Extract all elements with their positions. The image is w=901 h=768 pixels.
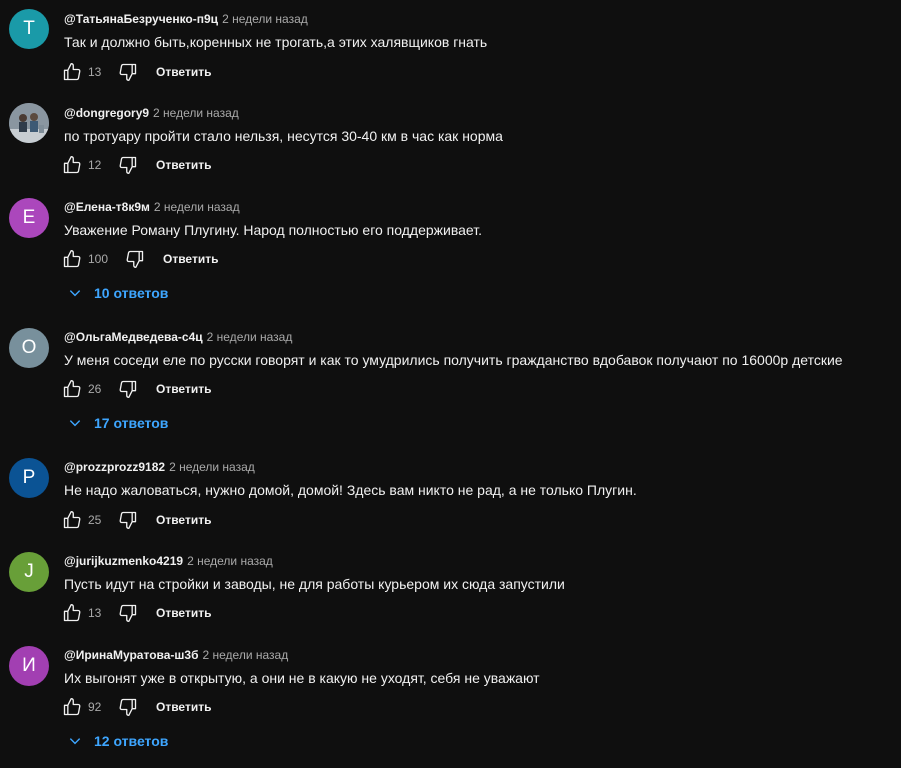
thumb-down-icon[interactable] (116, 60, 140, 84)
comment-text: У меня соседи еле по русски говорят и ка… (64, 352, 843, 368)
like-count: 25 (88, 513, 102, 527)
comment-actions: 13 Ответить (60, 601, 211, 625)
thumb-down-icon[interactable] (123, 247, 147, 271)
comment-time[interactable]: 2 недели назад (153, 106, 239, 120)
avatar[interactable]: Е (9, 198, 49, 238)
replies-count: 17 ответов (94, 415, 169, 431)
comment-time[interactable]: 2 недели назад (169, 460, 255, 474)
reply-button[interactable]: Ответить (156, 158, 211, 172)
comment-time[interactable]: 2 недели назад (203, 648, 289, 662)
thumb-up-icon[interactable] (60, 153, 84, 177)
comment-actions: 13 Ответить (60, 60, 211, 84)
replies-toggle[interactable]: 10 ответов (66, 281, 168, 305)
comment-time[interactable]: 2 недели назад (207, 330, 293, 344)
avatar[interactable]: И (9, 646, 49, 686)
like-count: 13 (88, 606, 102, 620)
replies-toggle[interactable]: 12 ответов (66, 729, 168, 753)
avatar[interactable]: Т (9, 9, 49, 49)
reply-button[interactable]: Ответить (156, 513, 211, 527)
comment-author[interactable]: @prozzprozz9182 (64, 460, 165, 474)
thumb-up-icon[interactable] (60, 60, 84, 84)
avatar[interactable]: J (9, 552, 49, 592)
comment-text: по тротуару пройти стало нельзя, несутся… (64, 128, 503, 144)
comment-text: Уважение Роману Плугину. Народ полностью… (64, 222, 482, 238)
like-count: 13 (88, 65, 102, 79)
comment-text: Так и должно быть,коренных не трогать,а … (64, 34, 488, 50)
reply-button[interactable]: Ответить (156, 606, 211, 620)
reply-button[interactable]: Ответить (156, 382, 211, 396)
replies-count: 12 ответов (94, 733, 169, 749)
chevron-down-icon (66, 732, 84, 750)
thumb-up-icon[interactable] (60, 377, 84, 401)
comment-time[interactable]: 2 недели назад (154, 200, 240, 214)
chevron-down-icon (66, 284, 84, 302)
thumb-up-icon[interactable] (60, 508, 84, 532)
thumb-down-icon[interactable] (116, 508, 140, 532)
replies-toggle[interactable]: 17 ответов (66, 411, 168, 435)
like-count: 100 (88, 252, 109, 266)
comment-actions: 12 Ответить (60, 153, 211, 177)
comment-author[interactable]: @Елена-т8к9м (64, 200, 150, 214)
like-count: 92 (88, 700, 102, 714)
chevron-down-icon (66, 414, 84, 432)
reply-button[interactable]: Ответить (163, 252, 218, 266)
thumb-up-icon[interactable] (60, 247, 84, 271)
thumb-down-icon[interactable] (116, 601, 140, 625)
like-count: 26 (88, 382, 102, 396)
comment-author[interactable]: @jurijkuzmenko4219 (64, 554, 183, 568)
thumb-down-icon[interactable] (116, 377, 140, 401)
comment-text: Их выгонят уже в открытую, а они не в ка… (64, 670, 540, 686)
comment-text: Пусть идут на стройки и заводы, не для р… (64, 576, 565, 592)
avatar[interactable] (9, 103, 49, 143)
comment-actions: 92 Ответить (60, 695, 211, 719)
comment-author[interactable]: @ОльгаМедведева-с4ц (64, 330, 203, 344)
comment-author[interactable]: @dongregory9 (64, 106, 149, 120)
comment-actions: 26 Ответить (60, 377, 211, 401)
comment-actions: 25 Ответить (60, 508, 211, 532)
comment-text: Не надо жаловаться, нужно домой, домой! … (64, 482, 637, 498)
thumb-down-icon[interactable] (116, 695, 140, 719)
like-count: 12 (88, 158, 102, 172)
comment-author[interactable]: @ИринаМуратова-ш3б (64, 648, 199, 662)
comment-time[interactable]: 2 недели назад (187, 554, 273, 568)
thumb-down-icon[interactable] (116, 153, 140, 177)
reply-button[interactable]: Ответить (156, 700, 211, 714)
comment-author[interactable]: @ТатьянаБезрученко-п9ц (64, 12, 218, 26)
avatar[interactable]: P (9, 458, 49, 498)
avatar[interactable]: О (9, 328, 49, 368)
thumb-up-icon[interactable] (60, 601, 84, 625)
avatar-photo (9, 103, 49, 143)
replies-count: 10 ответов (94, 285, 169, 301)
reply-button[interactable]: Ответить (156, 65, 211, 79)
comment-time[interactable]: 2 недели назад (222, 12, 308, 26)
comment-actions: 100 Ответить (60, 247, 218, 271)
thumb-up-icon[interactable] (60, 695, 84, 719)
